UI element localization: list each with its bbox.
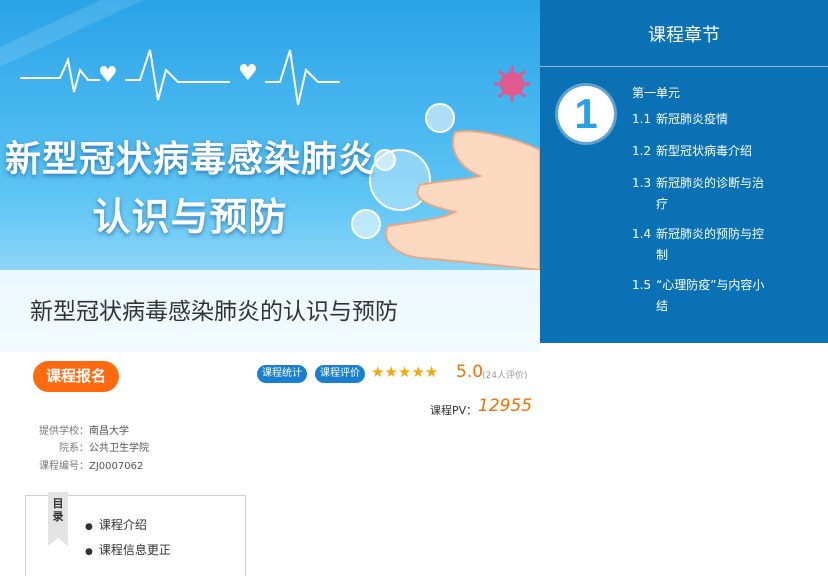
toc-tab: 目录	[48, 492, 68, 546]
sidebar-heading: 课程章节	[540, 0, 828, 67]
code-value: ZJ0007062	[89, 461, 144, 472]
chapter-number: 1.4	[632, 227, 652, 241]
school-value: 南昌大学	[89, 426, 129, 437]
toc-item-label: 课程介绍	[98, 518, 147, 532]
heartbeat-line-icon	[20, 56, 100, 93]
code-info: 课程编号：ZJ0007062	[0, 457, 143, 472]
unit-title[interactable]: 第一单元	[632, 84, 680, 101]
course-stats-button[interactable]: 课程统计	[257, 365, 307, 383]
chapter-number: 1.3	[632, 176, 652, 190]
chapter-item-1-2[interactable]: 1.2 新型冠状病毒介绍	[632, 141, 782, 162]
bullet-icon: ●	[85, 522, 93, 532]
chapter-title: 新冠肺炎的诊断与治疗	[656, 176, 765, 211]
toc-item-info-correction[interactable]: ● 课程信息更正	[85, 541, 171, 558]
chapter-number: 1.5	[632, 278, 652, 292]
course-banner: ♥ ♥ 新型冠状病毒感染肺炎 认识与预防 新型冠状病毒感染肺炎的认识与预防	[0, 0, 540, 352]
rating-stars-icon: ★★★★★	[371, 363, 439, 381]
pv-label: 课程PV：	[430, 404, 478, 417]
banner-title-line1: 新型冠状病毒感染肺炎	[4, 139, 375, 180]
dept-value: 公共卫生学院	[89, 443, 149, 454]
heart-icon: ♥	[238, 61, 258, 86]
chapter-item-1-3[interactable]: 1.3 新冠肺炎的诊断与治疗	[632, 173, 772, 215]
chapter-item-1-1[interactable]: 1.1 新冠肺炎疫情	[632, 109, 782, 130]
chapter-title: 新冠肺炎疫情	[656, 112, 729, 126]
toc-item-label: 课程信息更正	[98, 543, 171, 557]
enroll-button[interactable]: 课程报名	[33, 361, 119, 392]
dept-label: 院系：	[59, 443, 89, 454]
pv-value: 12955	[478, 396, 533, 416]
course-review-button[interactable]: 课程评价	[315, 365, 365, 383]
rating-score: 5.0	[456, 362, 484, 382]
school-info: 提供学校：南昌大学	[0, 422, 129, 437]
rating-count: (24人评价)	[482, 371, 528, 381]
chapter-sidebar: 课程章节 1 第一单元 1.1 新冠肺炎疫情 1.2 新型冠状病毒介绍 1.3 …	[540, 0, 828, 343]
chapter-item-1-5[interactable]: 1.5 “心理防疫”与内容小结	[632, 275, 772, 317]
school-label: 提供学校：	[39, 426, 89, 437]
heartbeat-line-icon	[265, 49, 340, 106]
chapter-title: 新型冠状病毒介绍	[656, 144, 753, 158]
heartbeat-line-icon	[125, 49, 230, 101]
chapter-item-1-4[interactable]: 1.4 新冠肺炎的预防与控制	[632, 224, 772, 266]
banner-title-line2: 认识与预防	[92, 195, 288, 239]
dept-info: 院系：公共卫生学院	[0, 439, 149, 454]
chapter-title: 新冠肺炎的预防与控制	[656, 227, 765, 262]
chapter-number: 1.1	[632, 112, 652, 126]
toc-item-intro[interactable]: ● 课程介绍	[85, 516, 147, 533]
bullet-icon: ●	[85, 547, 93, 557]
course-subtitle: 新型冠状病毒感染肺炎的认识与预防	[30, 299, 398, 325]
chapter-number: 1.2	[632, 144, 652, 158]
bubble-icon	[425, 103, 455, 133]
chapter-title: “心理防疫”与内容小结	[656, 278, 765, 313]
unit-number-badge: 1	[558, 86, 614, 142]
code-label: 课程编号：	[39, 461, 89, 472]
heart-icon: ♥	[98, 63, 118, 88]
